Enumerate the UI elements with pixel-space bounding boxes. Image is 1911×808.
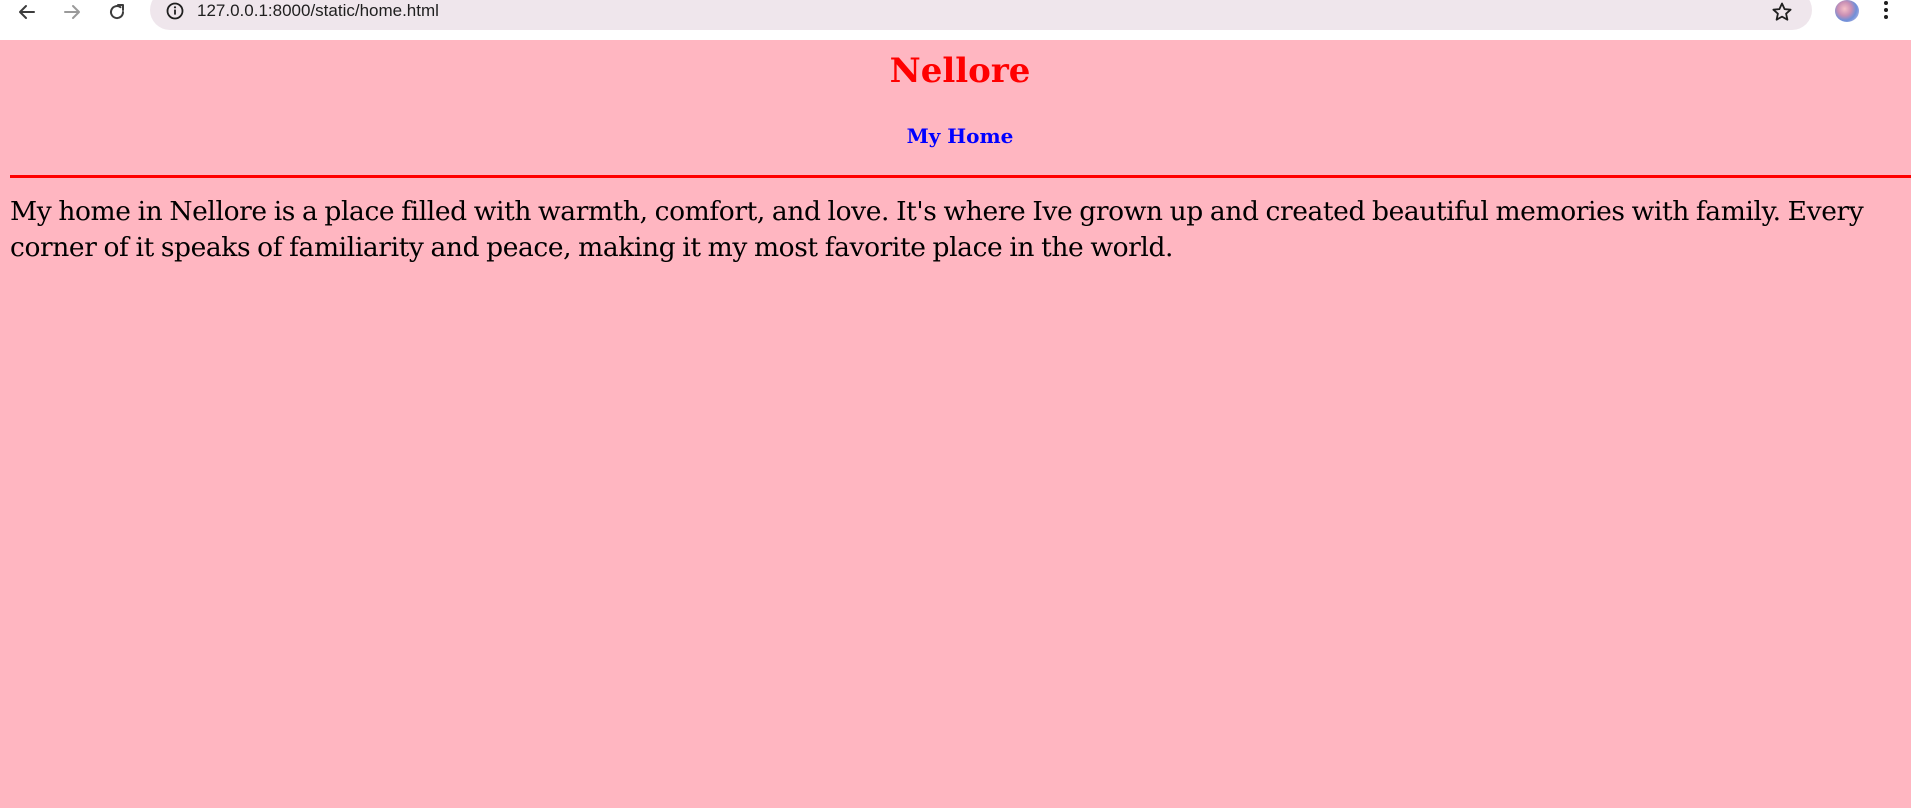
vertical-dots-icon (1883, 0, 1889, 24)
info-icon[interactable] (165, 1, 185, 21)
divider (10, 175, 1911, 178)
reload-button[interactable] (100, 0, 134, 24)
home-description: My home in Nellore is a place filled wit… (10, 196, 1864, 263)
page-content: Nellore My Home My home in Nellore is a … (0, 40, 1911, 808)
page-title: Nellore (889, 51, 1031, 91)
arrow-left-icon (17, 2, 37, 22)
profile-avatar[interactable] (1835, 0, 1859, 22)
url-text[interactable]: 127.0.0.1:8000/static/home.html (197, 0, 439, 22)
back-button[interactable] (10, 0, 44, 24)
reload-icon (107, 2, 127, 22)
forward-button[interactable] (55, 0, 89, 24)
page-subtitle: My Home (906, 124, 1014, 148)
arrow-right-icon (62, 2, 82, 22)
browser-toolbar: 127.0.0.1:8000/static/home.html (0, 0, 1911, 40)
address-bar[interactable]: 127.0.0.1:8000/static/home.html (150, 0, 1812, 30)
menu-button[interactable] (1874, 0, 1898, 24)
star-icon[interactable] (1770, 0, 1794, 24)
